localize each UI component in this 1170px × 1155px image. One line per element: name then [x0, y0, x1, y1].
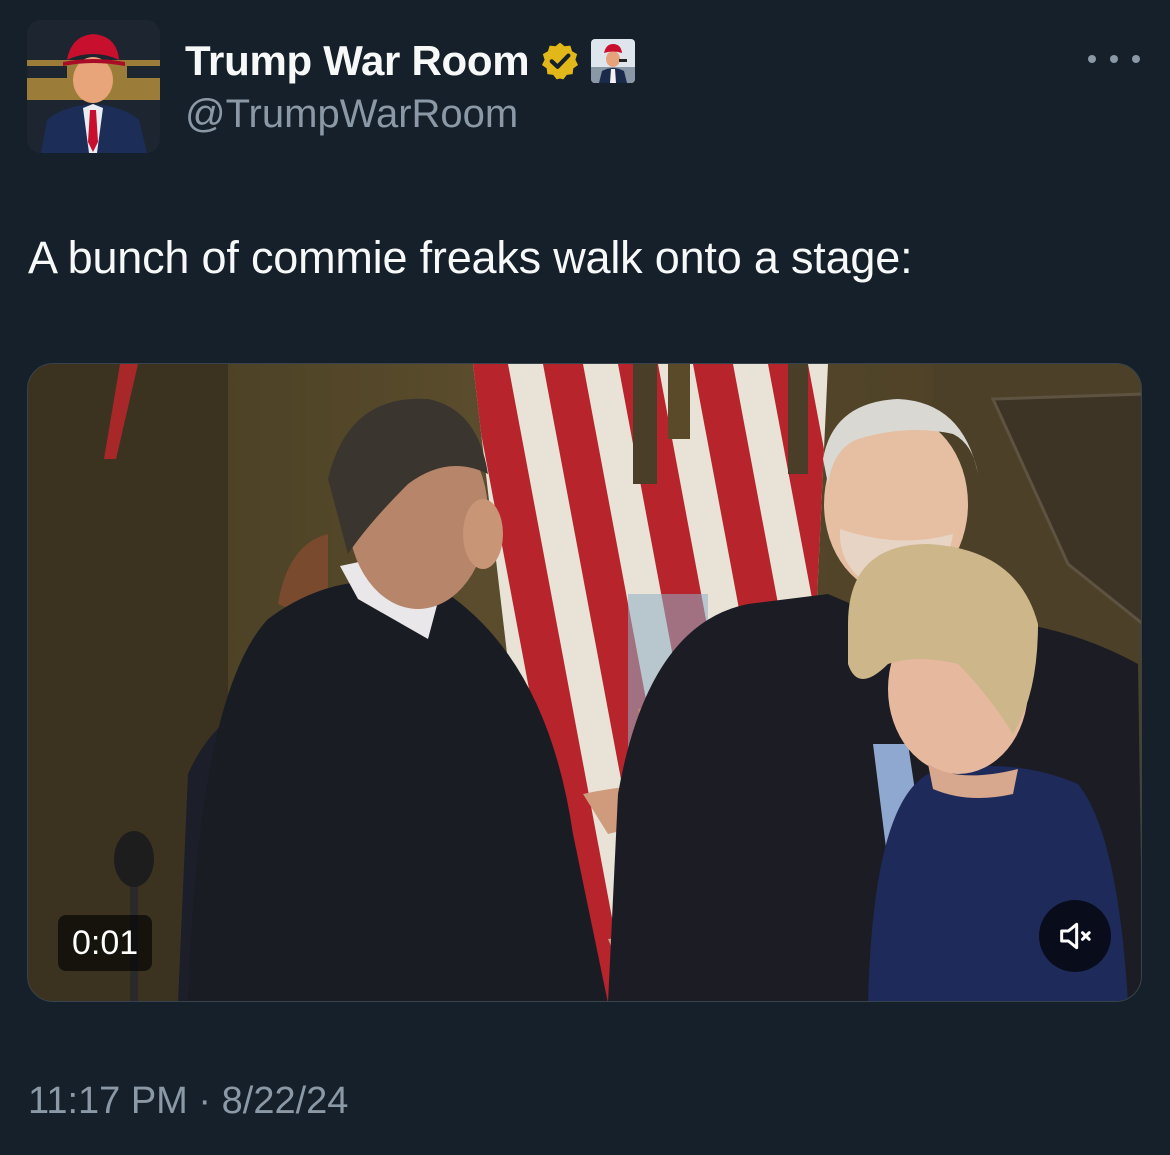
tweet-time[interactable]: 11:17 PM	[28, 1080, 188, 1122]
author-name-row[interactable]: Trump War Room	[185, 36, 636, 86]
tweet-date[interactable]: 8/22/24	[222, 1080, 349, 1122]
author-display-name[interactable]: Trump War Room	[185, 37, 530, 85]
more-horizontal-icon-dot	[1132, 55, 1140, 63]
video-timecode: 0:01	[58, 915, 153, 971]
author-avatar[interactable]	[27, 20, 160, 153]
more-horizontal-icon	[1088, 55, 1096, 63]
video-frame-image	[28, 364, 1141, 1001]
more-horizontal-icon-dot	[1110, 55, 1118, 63]
gold-verified-badge-icon[interactable]	[539, 40, 581, 82]
trump-portrait-avatar	[27, 20, 160, 153]
author-handle[interactable]: @TrumpWarRoom	[185, 92, 518, 137]
tweet-timestamp[interactable]: 11:17 PM · 8/22/24	[28, 1080, 348, 1123]
volume-muted-icon	[1060, 922, 1091, 950]
unmute-button[interactable]	[1039, 900, 1111, 972]
tweet-text: A bunch of commie freaks walk onto a sta…	[28, 232, 913, 283]
affiliate-trump-portrait-icon[interactable]	[591, 39, 636, 83]
video-player[interactable]: 0:01	[27, 363, 1142, 1002]
timestamp-separator: ·	[198, 1080, 212, 1122]
more-options-button[interactable]	[1088, 44, 1140, 74]
